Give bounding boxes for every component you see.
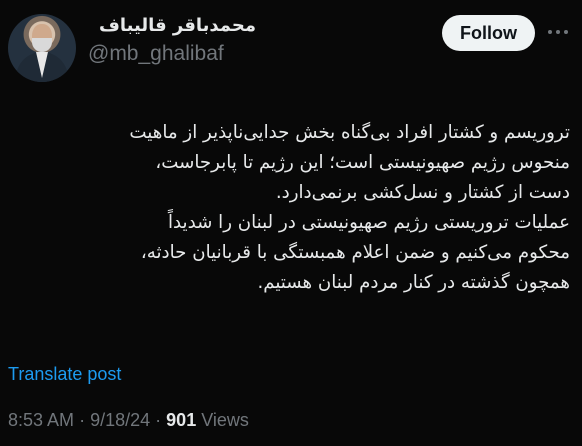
tweet-text-line: دست از کشتار و نسل‌کشی برنمی‌دارد. — [275, 182, 570, 203]
tweet-time[interactable]: 8:53 AM — [8, 410, 74, 430]
more-dot — [556, 30, 560, 34]
tweet-meta: 8:53 AM · 9/18/24 · 901 Views — [8, 410, 249, 431]
views-count: 901 — [166, 410, 197, 430]
translate-post-link[interactable]: Translate post — [8, 364, 121, 385]
tweet-text: تروریسم و کشتار افراد بی‌گناه بخش جدایی‌… — [10, 118, 570, 298]
author-info: محمدباقر قالیباف @mb_ghalibaf — [88, 15, 418, 66]
meta-separator: · — [79, 410, 86, 430]
views-label: Views — [201, 410, 249, 430]
more-horizontal-icon[interactable] — [546, 24, 570, 40]
tweet-text-line: منحوس رژیم صهیونیستی است؛ این رژیم تا پا… — [155, 152, 570, 173]
author-display-name[interactable]: محمدباقر قالیباف — [88, 15, 256, 36]
author-handle[interactable]: @mb_ghalibaf — [88, 42, 418, 66]
more-dot — [564, 30, 568, 34]
meta-separator: · — [155, 410, 162, 430]
avatar-beard — [32, 38, 52, 52]
avatar[interactable] — [8, 14, 76, 82]
tweet-text-line: همچون گذشته در کنار مردم لبنان هستیم. — [257, 272, 570, 293]
tweet-text-line: محکوم می‌کنیم و ضمن اعلام همبستگی با قرب… — [140, 242, 570, 263]
tweet-text-line: عملیات تروریستی رژیم صهیونیستی در لبنان … — [167, 212, 570, 233]
more-dot — [548, 30, 552, 34]
tweet-date[interactable]: 9/18/24 — [90, 410, 150, 430]
tweet-card: محمدباقر قالیباف @mb_ghalibaf Follow ترو… — [0, 0, 582, 446]
tweet-text-line: تروریسم و کشتار افراد بی‌گناه بخش جدایی‌… — [129, 122, 570, 143]
follow-button[interactable]: Follow — [442, 15, 535, 51]
